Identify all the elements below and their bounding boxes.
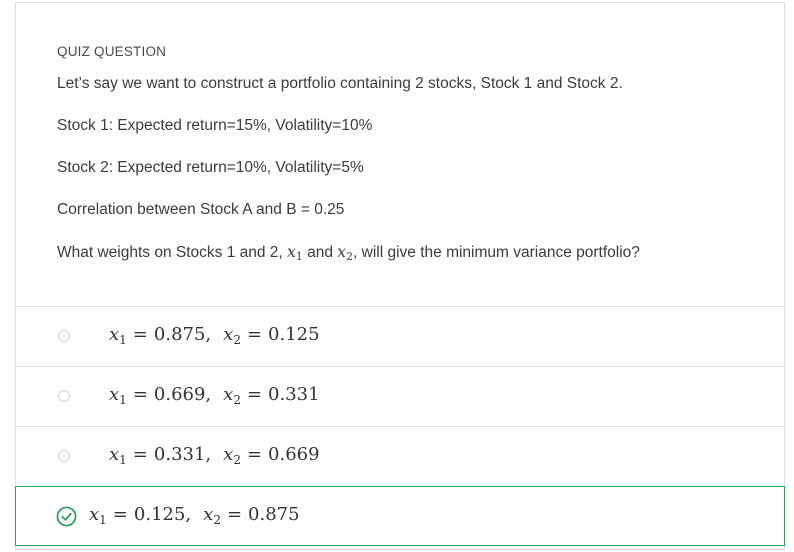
option-sub-1: 1 [119,393,127,407]
quiz-card: QUIZ QUESTION Let’s say we want to const… [15,2,785,550]
option-3-formula: x1 = 0.331, x2 = 0.669 [109,444,320,467]
radio-circle-icon[interactable] [58,450,70,462]
option-sub-2: 2 [213,513,221,527]
option-2-x1-value: 0.669 [153,384,206,405]
option-4-x2-value: 0.875 [248,504,300,525]
option-var-x1: x [109,444,120,465]
question-var-x2: x [337,243,347,261]
answer-option-3[interactable]: x1 = 0.331, x2 = 0.669 [16,427,784,487]
option-var-x1: x [109,324,120,345]
option-var-x1: x [109,384,120,405]
question-sub-2: 2 [346,250,354,263]
question-prompt: What weights on Stocks 1 and 2, x1 and x… [57,243,640,263]
option-4-formula: x1 = 0.125, x2 = 0.875 [89,504,300,527]
option-1-x1-value: 0.875 [153,324,206,345]
option-3-x2-value: 0.669 [268,444,320,465]
option-eq: = [246,384,263,405]
option-var-x2: x [223,384,234,405]
option-1-formula: x1 = 0.875, x2 = 0.125 [109,324,320,347]
option-eq: = [132,444,148,465]
check-circle-icon[interactable] [56,506,77,527]
question-and: and [302,244,338,261]
option-var-x2: x [223,444,234,465]
option-4-x1-value: 0.125 [133,504,186,525]
option-sub-2: 2 [233,453,241,467]
option-eq: = [226,504,243,525]
option-sub-1: 1 [119,453,127,467]
answer-option-1[interactable]: x1 = 0.875, x2 = 0.125 [16,307,784,367]
option-comma: , [205,324,212,345]
question-prompt-start: What weights on Stocks 1 and 2, [57,244,288,261]
option-2-x2-value: 0.331 [268,384,320,405]
option-var-x1: x [89,504,100,525]
radio-circle-icon[interactable] [58,390,70,402]
option-3-x1-value: 0.331 [153,444,206,465]
question-sub-1: 1 [295,250,303,263]
option-eq: = [112,504,128,525]
option-sub-1: 1 [119,333,127,347]
question-stock2: Stock 2: Expected return=10%, Volatility… [57,159,364,176]
option-comma: , [185,504,192,525]
option-1-x2-value: 0.125 [268,324,320,345]
radio-circle-icon[interactable] [58,330,70,342]
question-prompt-end: , will give the minimum variance portfol… [353,244,640,261]
option-sub-2: 2 [233,333,241,347]
answer-option-4[interactable]: x1 = 0.125, x2 = 0.875 [15,486,785,546]
option-var-x2: x [223,324,234,345]
option-eq: = [132,384,148,405]
option-sub-1: 1 [99,513,107,527]
option-sub-2: 2 [233,393,241,407]
option-eq: = [246,324,263,345]
question-intro: Let’s say we want to construct a portfol… [57,75,623,92]
option-var-x2: x [203,504,214,525]
question-var-x1: x [287,243,296,261]
option-comma: , [205,384,212,405]
option-2-formula: x1 = 0.669, x2 = 0.331 [109,384,320,407]
answer-option-2[interactable]: x1 = 0.669, x2 = 0.331 [16,367,784,427]
option-eq: = [246,444,263,465]
quiz-header: QUIZ QUESTION [57,44,167,59]
option-eq: = [132,324,148,345]
question-correlation: Correlation between Stock A and B = 0.25 [57,201,345,218]
question-stock1: Stock 1: Expected return=15%, Volatility… [57,117,373,134]
option-comma: , [205,444,212,465]
